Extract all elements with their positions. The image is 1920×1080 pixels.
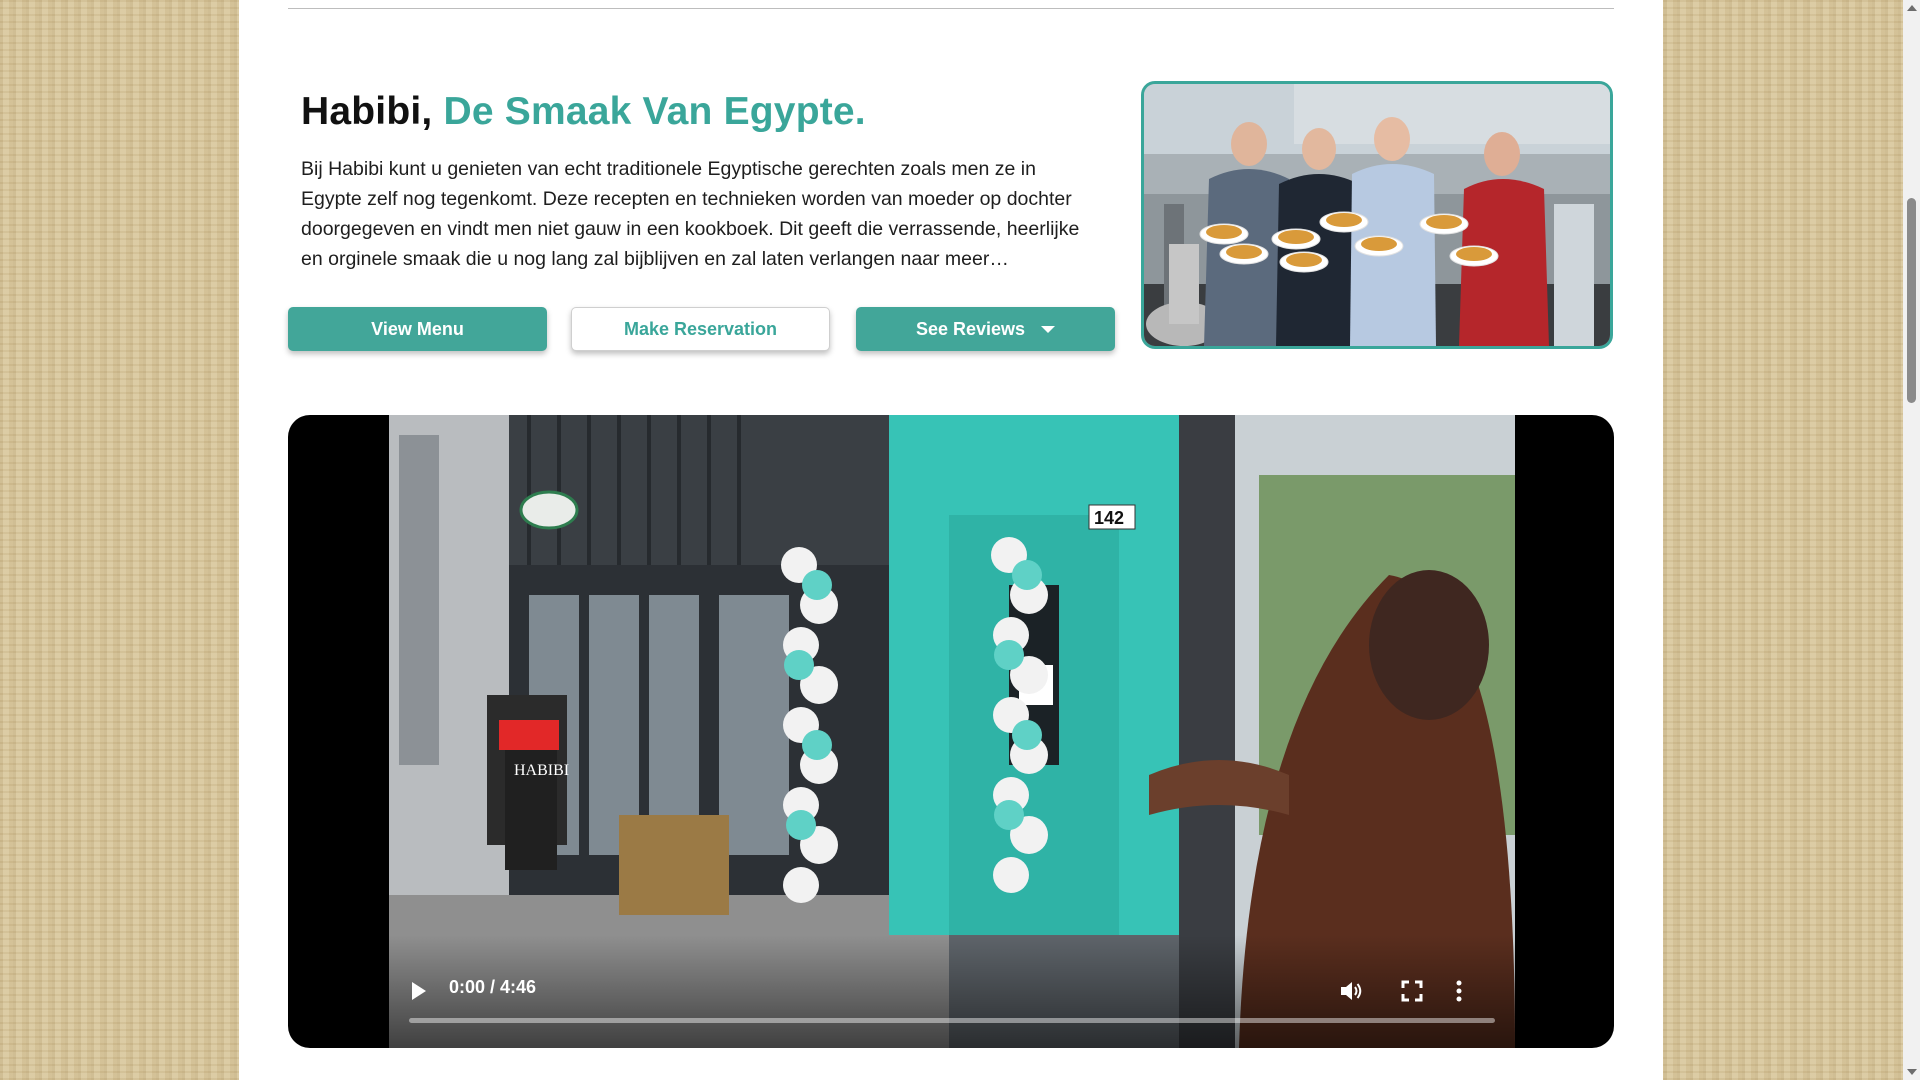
title-main: Habibi, bbox=[301, 90, 433, 133]
page-scrollbar[interactable] bbox=[1903, 0, 1920, 1080]
title-accent: De Smaak Van Egypte. bbox=[443, 90, 866, 133]
caret-down-icon bbox=[1041, 325, 1056, 333]
scroll-down-icon[interactable] bbox=[1907, 1069, 1917, 1075]
page-container: Habibi, De Smaak Van Egypte. Bij Habibi … bbox=[239, 0, 1663, 1080]
house-number: 142 bbox=[1094, 508, 1124, 528]
intro-description: Bij Habibi kunt u genieten van echt trad… bbox=[301, 158, 1080, 270]
video-frame: HABIBI 142 bbox=[389, 415, 1515, 1048]
volume-icon[interactable] bbox=[1338, 978, 1364, 1004]
see-reviews-button[interactable]: See Reviews bbox=[856, 307, 1115, 351]
scrollbar-thumb[interactable] bbox=[1907, 198, 1916, 403]
view-menu-label: View Menu bbox=[371, 318, 464, 339]
scroll-up-icon[interactable] bbox=[1907, 5, 1917, 11]
see-reviews-label: See Reviews bbox=[915, 318, 1026, 339]
play-icon[interactable] bbox=[409, 980, 429, 1002]
video-progress-bar[interactable] bbox=[409, 1018, 1495, 1023]
fullscreen-icon[interactable] bbox=[1401, 980, 1423, 1002]
more-options-icon[interactable] bbox=[1454, 979, 1464, 1003]
intro-section: Habibi, De Smaak Van Egypte. Bij Habibi … bbox=[301, 88, 1101, 274]
storefront-video-still: HABIBI 142 bbox=[389, 415, 1515, 1048]
chalkboard-text: HABIBI bbox=[514, 762, 569, 779]
make-reservation-button[interactable]: Make Reservation bbox=[571, 307, 830, 351]
video-player[interactable]: HABIBI 142 0:00 / 4:46 bbox=[288, 415, 1614, 1048]
make-reservation-label: Make Reservation bbox=[623, 318, 778, 339]
divider bbox=[288, 8, 1614, 9]
page-title: Habibi, De Smaak Van Egypte. bbox=[301, 88, 1101, 136]
team-photo-image bbox=[1144, 84, 1610, 346]
team-photo bbox=[1141, 81, 1613, 349]
view-menu-button[interactable]: View Menu bbox=[288, 307, 547, 351]
